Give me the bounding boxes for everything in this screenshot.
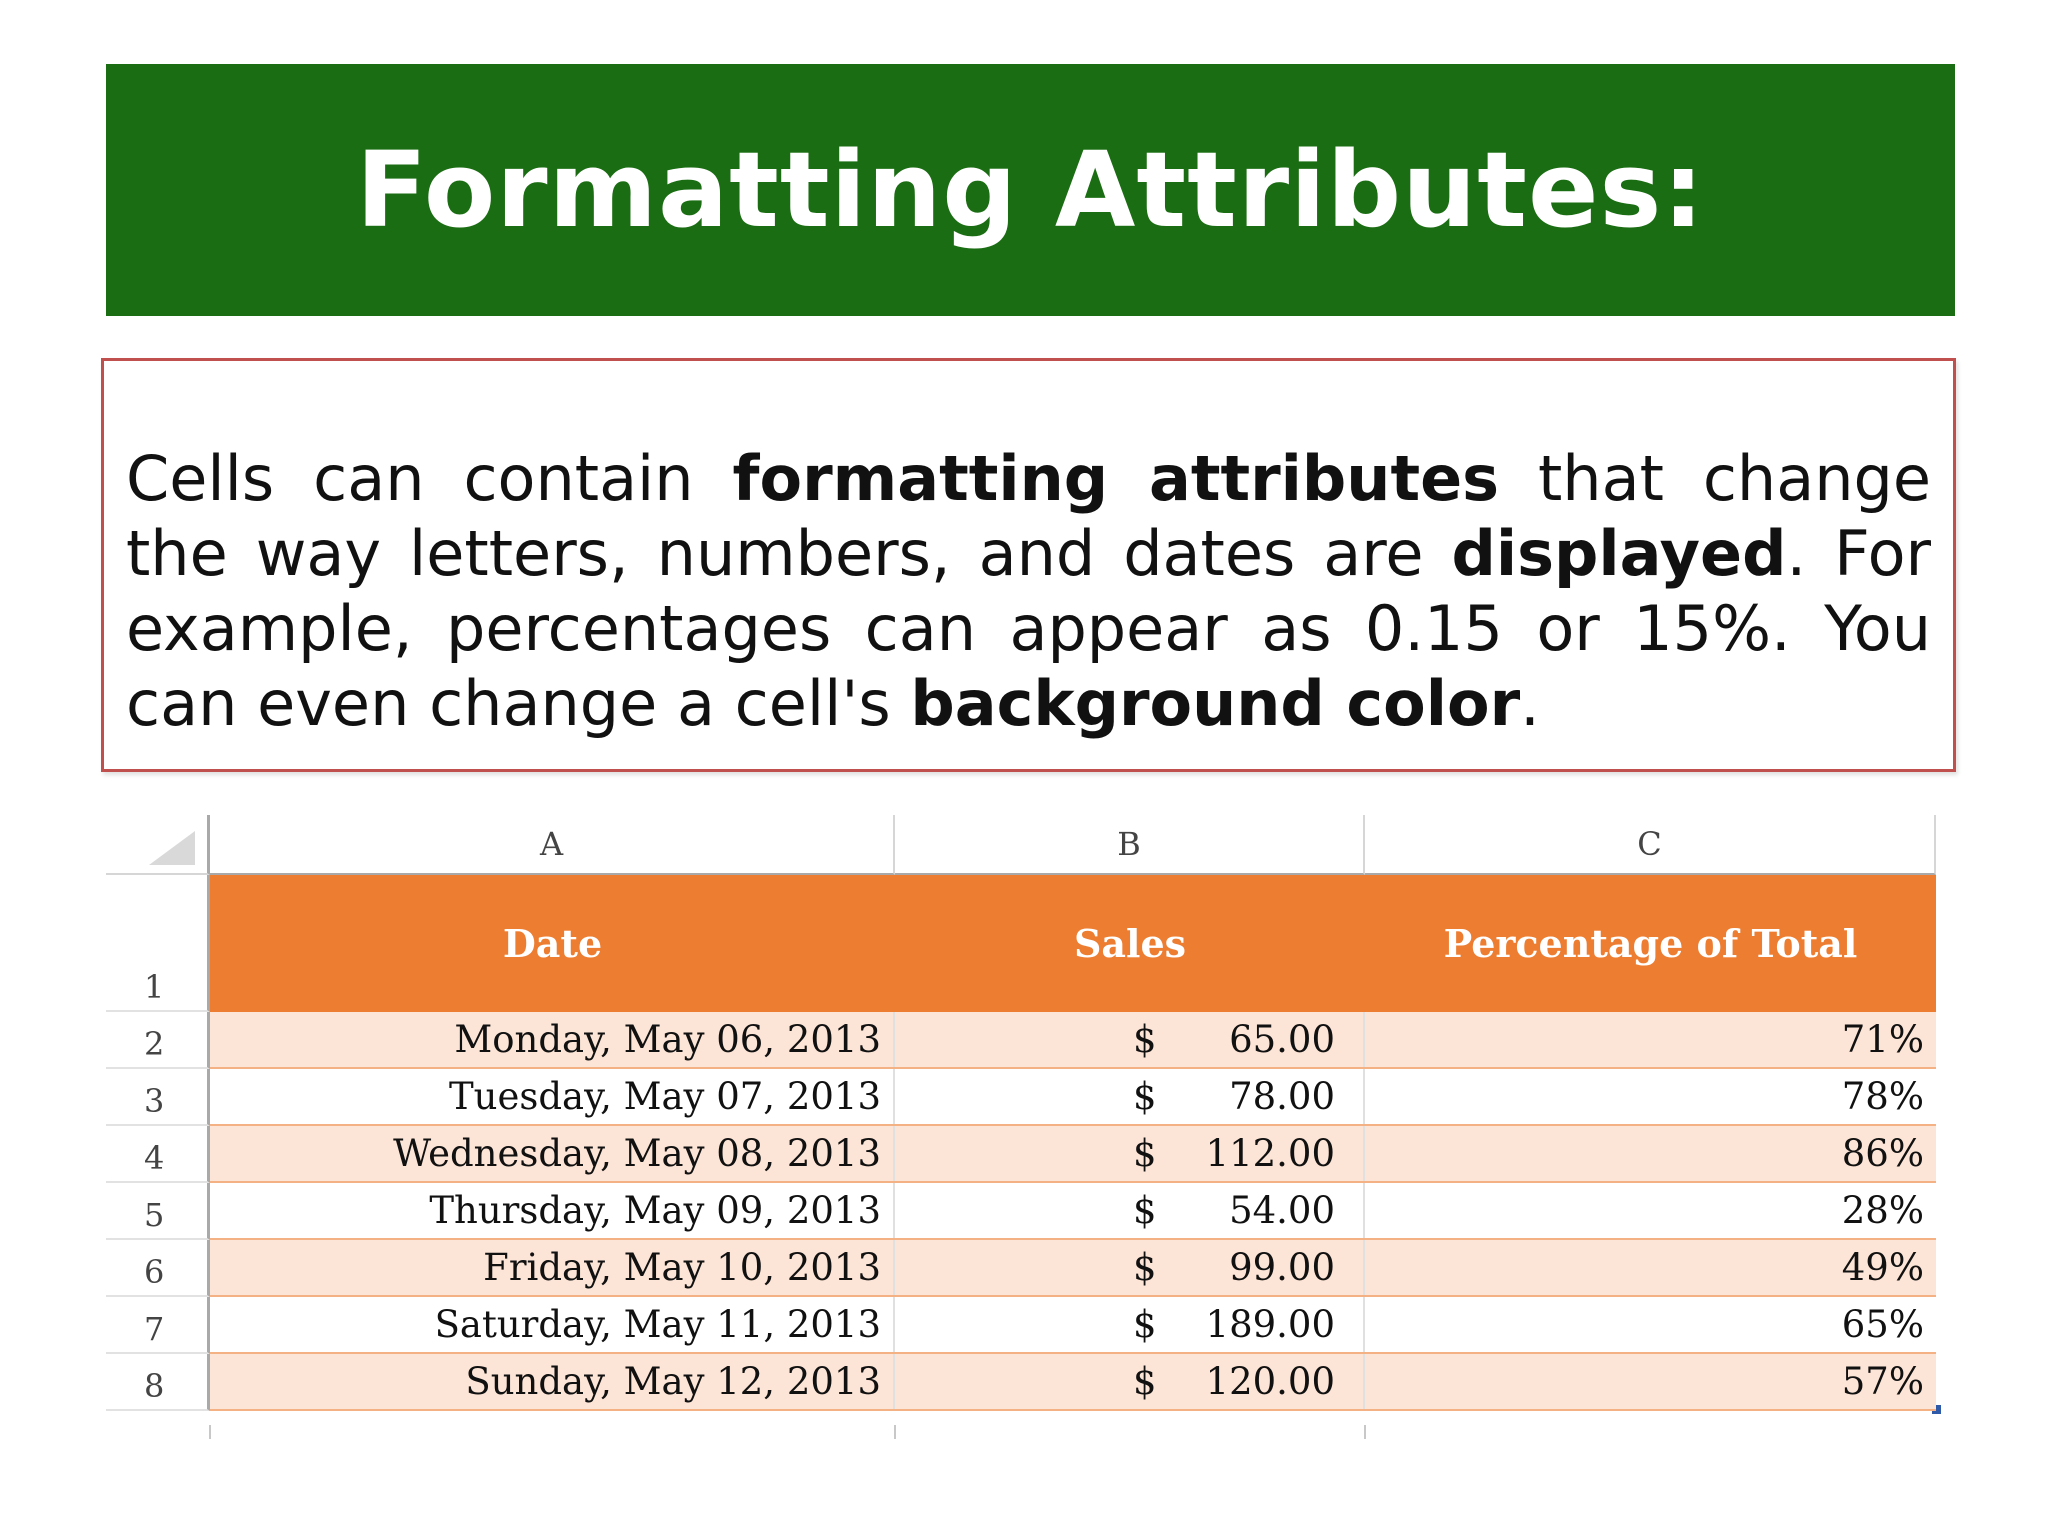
currency-symbol: $ bbox=[1133, 1360, 1157, 1403]
sales-amount: 189.00 bbox=[1205, 1303, 1335, 1346]
table-row: Monday, May 06, 2013 $65.00 71% bbox=[210, 1012, 1936, 1069]
date-cell[interactable]: Saturday, May 11, 2013 bbox=[210, 1297, 895, 1352]
sales-amount: 78.00 bbox=[1229, 1075, 1335, 1118]
percentage-cell[interactable]: 49% bbox=[1365, 1240, 1936, 1295]
date-cell[interactable]: Tuesday, May 07, 2013 bbox=[210, 1069, 895, 1124]
sales-amount: 120.00 bbox=[1205, 1360, 1335, 1403]
table-row: Tuesday, May 07, 2013 $78.00 78% bbox=[210, 1069, 1936, 1126]
description-box: Cells can contain formatting attributes … bbox=[101, 358, 1956, 772]
header-date[interactable]: Date bbox=[210, 875, 895, 1012]
column-header-c[interactable]: C bbox=[1365, 815, 1936, 875]
header-percentage[interactable]: Percentage of Total bbox=[1365, 875, 1936, 1012]
table-header-row: Date Sales Percentage of Total bbox=[210, 875, 1936, 1012]
sales-cell[interactable]: $78.00 bbox=[895, 1069, 1365, 1124]
emphasis-text: background color bbox=[910, 667, 1521, 740]
emphasis-text: formatting attributes bbox=[732, 442, 1500, 515]
paragraph-text: . bbox=[1520, 667, 1540, 740]
column-header-a[interactable]: A bbox=[210, 815, 895, 875]
row-header-2[interactable]: 2 bbox=[106, 1012, 210, 1069]
table-row: Friday, May 10, 2013 $99.00 49% bbox=[210, 1240, 1936, 1297]
row-header-6[interactable]: 6 bbox=[106, 1240, 210, 1297]
table-row: Saturday, May 11, 2013 $189.00 65% bbox=[210, 1297, 1936, 1354]
currency-symbol: $ bbox=[1133, 1018, 1157, 1061]
sales-amount: 65.00 bbox=[1229, 1018, 1335, 1061]
sales-cell[interactable]: $189.00 bbox=[895, 1297, 1365, 1352]
paragraph-text: Cells can contain bbox=[126, 442, 733, 515]
sales-cell[interactable]: $54.00 bbox=[895, 1183, 1365, 1238]
sales-cell[interactable]: $99.00 bbox=[895, 1240, 1365, 1295]
column-header-b[interactable]: B bbox=[895, 815, 1365, 875]
row-header-7[interactable]: 7 bbox=[106, 1297, 210, 1354]
header-sales[interactable]: Sales bbox=[895, 875, 1365, 1012]
row-header-4[interactable]: 4 bbox=[106, 1126, 210, 1183]
date-cell[interactable]: Friday, May 10, 2013 bbox=[210, 1240, 895, 1295]
spreadsheet: A B C 1 Date Sales Percentage of Total 2… bbox=[106, 815, 1941, 1439]
sales-cell[interactable]: $120.00 bbox=[895, 1354, 1365, 1409]
date-cell[interactable]: Monday, May 06, 2013 bbox=[210, 1012, 895, 1067]
percentage-cell[interactable]: 28% bbox=[1365, 1183, 1936, 1238]
row-header-5[interactable]: 5 bbox=[106, 1183, 210, 1240]
title-banner: Formatting Attributes: bbox=[106, 64, 1955, 316]
table-row: Wednesday, May 08, 2013 $112.00 86% bbox=[210, 1126, 1936, 1183]
percentage-cell[interactable]: 78% bbox=[1365, 1069, 1936, 1124]
select-all-corner[interactable] bbox=[106, 815, 210, 875]
table-row: Thursday, May 09, 2013 $54.00 28% bbox=[210, 1183, 1936, 1240]
row-header-1[interactable]: 1 bbox=[106, 875, 210, 1012]
row-header-8[interactable]: 8 bbox=[106, 1354, 210, 1411]
percentage-cell[interactable]: 86% bbox=[1365, 1126, 1936, 1181]
date-cell[interactable]: Thursday, May 09, 2013 bbox=[210, 1183, 895, 1238]
currency-symbol: $ bbox=[1133, 1075, 1157, 1118]
row-header-3[interactable]: 3 bbox=[106, 1069, 210, 1126]
sales-amount: 54.00 bbox=[1229, 1189, 1335, 1232]
grid-line bbox=[1364, 1425, 1366, 1439]
date-cell[interactable]: Wednesday, May 08, 2013 bbox=[210, 1126, 895, 1181]
percentage-cell[interactable]: 71% bbox=[1365, 1012, 1936, 1067]
percentage-cell[interactable]: 57% bbox=[1365, 1354, 1936, 1409]
grid-line bbox=[209, 1425, 211, 1439]
sales-cell[interactable]: $65.00 bbox=[895, 1012, 1365, 1067]
currency-symbol: $ bbox=[1133, 1303, 1157, 1346]
sales-amount: 112.00 bbox=[1205, 1132, 1335, 1175]
grid-line bbox=[894, 1425, 896, 1439]
description-paragraph: Cells can contain formatting attributes … bbox=[126, 441, 1931, 741]
sales-amount: 99.00 bbox=[1229, 1246, 1335, 1289]
currency-symbol: $ bbox=[1133, 1246, 1157, 1289]
percentage-cell[interactable]: 65% bbox=[1365, 1297, 1936, 1352]
table-row: Sunday, May 12, 2013 $120.00 57% bbox=[210, 1354, 1936, 1411]
currency-symbol: $ bbox=[1133, 1132, 1157, 1175]
sales-cell[interactable]: $112.00 bbox=[895, 1126, 1365, 1181]
emphasis-text: displayed bbox=[1451, 517, 1787, 590]
currency-symbol: $ bbox=[1133, 1189, 1157, 1232]
select-all-triangle-icon bbox=[149, 831, 195, 865]
date-cell[interactable]: Sunday, May 12, 2013 bbox=[210, 1354, 895, 1409]
slide-title: Formatting Attributes: bbox=[356, 129, 1705, 251]
